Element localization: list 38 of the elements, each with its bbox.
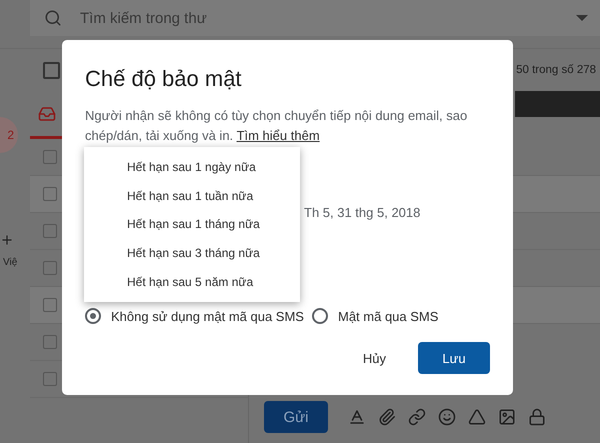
dialog-description: Người nhận sẽ không có tùy chọn chuyển tiếp nội dung email, sao chép/dán, tải xuống và in. Tìm hiểu thêm — [85, 107, 468, 145]
link-icon[interactable] — [408, 408, 426, 426]
row-checkbox[interactable] — [43, 261, 57, 275]
page-count: 50 trong số 278 — [516, 64, 596, 76]
row-checkbox[interactable] — [43, 187, 57, 201]
inbox-icon — [38, 104, 56, 122]
search-field[interactable]: Tìm kiếm trong thư — [30, 0, 600, 36]
row-checkbox[interactable] — [43, 224, 57, 238]
smiley-icon[interactable] — [438, 408, 456, 426]
menu-item[interactable]: Hết hạn sau 1 ngày nữa — [84, 153, 300, 182]
send-button[interactable]: Gửi — [264, 401, 328, 433]
row-checkbox[interactable] — [43, 335, 57, 349]
unread-badge: 2 — [0, 117, 18, 153]
paperclip-icon[interactable] — [378, 408, 396, 426]
search-icon[interactable] — [44, 9, 62, 27]
save-button[interactable]: Lưu — [418, 342, 490, 374]
label-text: Việ — [2, 257, 18, 268]
passcode-radio[interactable]: Mật mã qua SMS — [312, 308, 438, 324]
row-checkbox[interactable] — [43, 372, 57, 386]
triangle-icon[interactable] — [468, 408, 486, 426]
cancel-button[interactable]: Hủy — [352, 342, 396, 374]
search-input[interactable]: Tìm kiếm trong thư — [78, 8, 560, 28]
menu-item[interactable]: Hết hạn sau 5 năm nữa — [84, 267, 300, 296]
expiry-date: Th 5, 31 thg 5, 2018 — [304, 205, 420, 220]
text-format-icon[interactable] — [348, 408, 366, 426]
dialog-title: Chế độ bảo mật — [85, 66, 243, 92]
menu-item[interactable]: Hết hạn sau 1 tuần nữa — [84, 182, 300, 210]
caret-icon[interactable] — [576, 15, 588, 21]
select-all-checkbox[interactable] — [43, 62, 60, 78]
row-checkbox[interactable] — [43, 298, 57, 312]
passcode-radio[interactable]: Không sử dụng mật mã qua SMS — [85, 308, 304, 324]
image-icon[interactable] — [498, 408, 516, 426]
lock-icon[interactable] — [528, 408, 546, 426]
learn-more-link[interactable]: Tìm hiểu thêm — [236, 128, 320, 143]
menu-item[interactable]: Hết hạn sau 3 tháng nữa — [84, 238, 300, 268]
plus-icon[interactable] — [0, 233, 14, 247]
menu-item[interactable]: Hết hạn sau 1 tháng nữa — [84, 210, 300, 239]
row-checkbox[interactable] — [43, 150, 57, 164]
